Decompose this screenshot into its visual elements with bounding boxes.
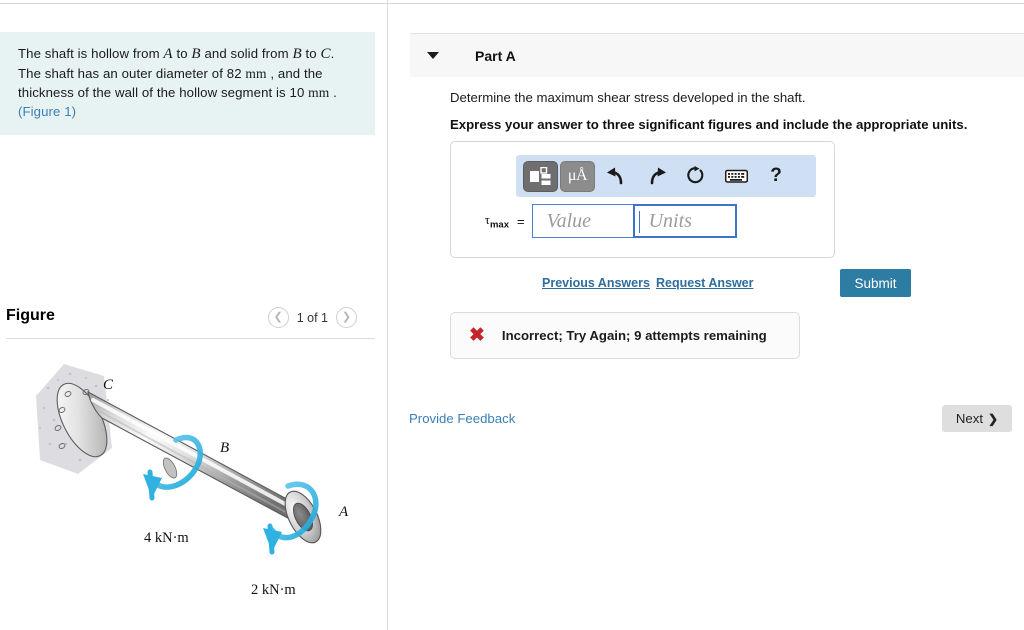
- math-editor-toolbar: μÅ ?: [516, 155, 816, 197]
- keyboard-icon[interactable]: [717, 161, 755, 191]
- answer-input-row: τmax = Value Units: [459, 204, 737, 238]
- question-line1-part2: to: [172, 46, 192, 61]
- x-mark-icon: ✖: [469, 325, 485, 346]
- caret-down-icon[interactable]: [427, 52, 439, 59]
- answer-instruction: Express your answer to three significant…: [450, 117, 968, 132]
- reset-icon[interactable]: [677, 161, 715, 191]
- shaft-figure: C B A 4 kN·m 2 kN·m: [0, 348, 387, 618]
- previous-answers-link[interactable]: Previous Answers: [542, 276, 650, 290]
- figure-divider: [6, 338, 375, 339]
- provide-feedback-link[interactable]: Provide Feedback: [409, 411, 515, 426]
- part-title: Part A: [475, 48, 516, 64]
- part-a-header[interactable]: Part A: [410, 33, 1024, 77]
- question-line1-part5: .: [330, 46, 335, 61]
- page-root: The shaft is hollow from A to B and soli…: [0, 0, 1024, 630]
- answer-equals-sign: =: [517, 213, 525, 229]
- question-line3-part2: .: [329, 85, 337, 100]
- question-line3-part1: thickness of the wall of the hollow segm…: [18, 85, 309, 100]
- transition-bore: [162, 457, 178, 479]
- variable-a: A: [163, 46, 173, 62]
- value-input[interactable]: Value: [531, 204, 634, 238]
- question-line1-part3: and solid from: [200, 46, 293, 61]
- figure-next-button[interactable]: ❯: [336, 307, 357, 328]
- undo-icon[interactable]: [597, 161, 635, 191]
- units-icon-label: μÅ: [567, 167, 588, 184]
- request-answer-link[interactable]: Request Answer: [656, 276, 753, 290]
- redo-icon[interactable]: [637, 161, 675, 191]
- feedback-message: Incorrect; Try Again; 9 attempts remaini…: [501, 328, 767, 343]
- question-prompt: Determine the maximum shear stress devel…: [450, 90, 806, 105]
- next-button[interactable]: Next ❯: [942, 405, 1012, 432]
- help-icon[interactable]: ?: [757, 161, 795, 191]
- question-line2-part2: , and the: [266, 66, 323, 81]
- submit-button[interactable]: Submit: [840, 269, 911, 297]
- units-placeholder: Units: [648, 209, 692, 232]
- units-input[interactable]: Units: [632, 204, 737, 238]
- unit-mm-1: mm: [245, 66, 267, 81]
- units-entry-icon[interactable]: μÅ: [560, 160, 595, 192]
- unit-mm-2: mm: [308, 85, 330, 100]
- figure-header: Figure ❮ 1 of 1 ❯: [0, 305, 375, 339]
- label-point-c: C: [103, 377, 114, 393]
- shaft-figure-svg: C B A 4 kN·m 2 kN·m: [36, 364, 349, 598]
- text-cursor: [638, 211, 641, 233]
- question-text: The shaft is hollow from A to B and soli…: [18, 44, 361, 121]
- question-statement-box: The shaft is hollow from A to B and soli…: [0, 32, 375, 135]
- figure-pager: ❮ 1 of 1 ❯: [267, 307, 357, 328]
- label-torque-a: 2 kN·m: [251, 582, 296, 598]
- label-point-a: A: [338, 504, 349, 520]
- question-line1-part1: The shaft is hollow from: [18, 46, 164, 61]
- answer-symbol-label: τmax: [484, 211, 509, 231]
- answer-entry-panel: μÅ ? τmax = Value Units: [450, 141, 835, 258]
- question-line2-part1: The shaft has an outer diameter of 82: [18, 66, 246, 81]
- variable-c: C: [320, 46, 331, 62]
- chevron-right-icon: ❯: [988, 411, 999, 426]
- question-line1-part4: to: [301, 46, 321, 61]
- left-pane: The shaft is hollow from A to B and soli…: [0, 0, 387, 630]
- label-torque-b: 4 kN·m: [144, 530, 189, 546]
- math-template-icon[interactable]: [523, 160, 558, 192]
- next-button-label: Next: [955, 411, 984, 426]
- label-point-b: B: [220, 440, 229, 456]
- value-placeholder: Value: [546, 209, 592, 232]
- figure-page-label: 1 of 1: [296, 310, 328, 325]
- figure-prev-button[interactable]: ❮: [267, 307, 289, 328]
- figure-title: Figure: [6, 307, 55, 324]
- feedback-banner: ✖ Incorrect; Try Again; 9 attempts remai…: [450, 312, 800, 359]
- figure-link[interactable]: (Figure 1): [18, 104, 76, 119]
- variable-b2: B: [292, 46, 302, 62]
- variable-b: B: [191, 46, 201, 62]
- right-pane: Part A Determine the maximum shear stres…: [388, 0, 1024, 630]
